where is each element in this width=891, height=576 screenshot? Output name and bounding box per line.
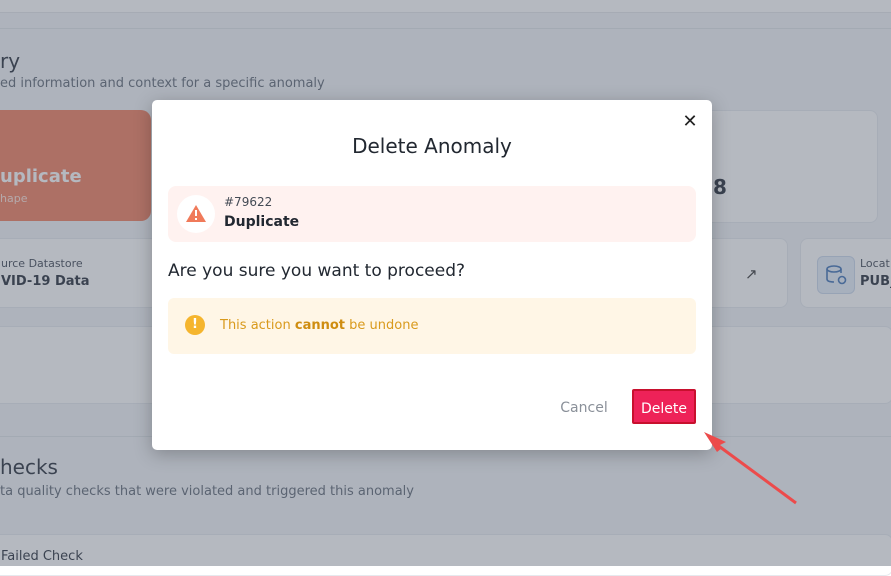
anomaly-summary: #79622 Duplicate <box>168 186 696 242</box>
warning-triangle-icon <box>177 195 215 233</box>
delete-anomaly-dialog: ✕ Delete Anomaly #79622 Duplicate Are yo… <box>152 100 712 450</box>
warning-suffix: be undone <box>345 318 419 333</box>
confirmation-question: Are you sure you want to proceed? <box>168 261 466 281</box>
cancel-button[interactable]: Cancel <box>544 390 624 426</box>
warning-prefix: This action <box>220 318 295 333</box>
dialog-title: Delete Anomaly <box>352 134 512 158</box>
anomaly-id: #79622 <box>224 195 273 209</box>
anomaly-type: Duplicate <box>224 214 300 230</box>
warning-text: This action cannot be undone <box>220 318 418 333</box>
delete-button[interactable]: Delete <box>632 389 696 424</box>
warning-banner: ! This action cannot be undone <box>168 298 696 354</box>
close-icon[interactable]: ✕ <box>680 112 700 132</box>
exclamation-circle-icon: ! <box>185 315 205 335</box>
warning-emphasis: cannot <box>294 318 345 333</box>
